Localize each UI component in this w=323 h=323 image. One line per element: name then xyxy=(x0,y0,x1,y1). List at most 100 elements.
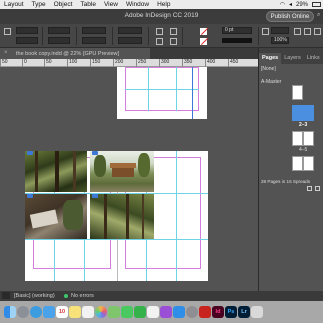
photo-house[interactable] xyxy=(90,151,154,192)
mail-icon[interactable] xyxy=(43,306,55,318)
ruler-tick: 150 xyxy=(92,59,101,65)
safari-icon[interactable] xyxy=(30,306,42,318)
page-thumb-1[interactable] xyxy=(292,85,303,100)
pages-panel: Pages Layers Links [None] A-Master 2–3 4… xyxy=(258,48,323,291)
lightroom-icon[interactable]: Lr xyxy=(238,306,250,318)
notes-icon[interactable] xyxy=(69,306,81,318)
select-content-icon[interactable] xyxy=(170,38,177,45)
volume-icon[interactable]: ◂ xyxy=(289,1,292,8)
preflight-status-icon xyxy=(64,294,68,298)
effects-icon[interactable] xyxy=(262,28,269,35)
frame-link-badge[interactable] xyxy=(92,151,98,155)
stroke-swatch-icon[interactable] xyxy=(200,37,209,46)
photoshop-icon[interactable]: Ps xyxy=(225,306,237,318)
battery-icon[interactable] xyxy=(312,2,321,7)
width-field[interactable] xyxy=(48,27,70,34)
fill-swatch-icon[interactable] xyxy=(200,27,209,36)
menu-type[interactable]: Type xyxy=(28,1,50,8)
page-nav-field[interactable] xyxy=(2,292,10,299)
scale-y-field[interactable] xyxy=(82,37,106,44)
zoom-field[interactable]: 100% xyxy=(271,37,289,44)
tab-layers[interactable]: Layers xyxy=(281,53,304,64)
facetime-icon[interactable] xyxy=(134,306,146,318)
preflight-status[interactable]: No errors xyxy=(71,293,94,299)
page-thumb-2[interactable] xyxy=(292,105,303,121)
horizontal-ruler[interactable]: 50 0 50 100 150 200 250 300 350 400 450 xyxy=(0,59,258,67)
tab-links[interactable]: Links xyxy=(304,53,323,64)
battery-percent[interactable]: 29% xyxy=(296,2,308,8)
new-page-icon[interactable] xyxy=(307,186,312,191)
photo-forest-1[interactable] xyxy=(25,151,87,192)
ruler-tick: 100 xyxy=(69,59,78,65)
system-preferences-icon[interactable] xyxy=(186,306,198,318)
menu-table[interactable]: Table xyxy=(76,1,100,8)
shear-field[interactable] xyxy=(118,37,142,44)
reminders-icon[interactable] xyxy=(82,306,94,318)
photo-forest-2[interactable] xyxy=(90,194,154,239)
menu-object[interactable]: Object xyxy=(50,1,77,8)
indesign-icon[interactable]: Id xyxy=(212,306,224,318)
maps-icon[interactable] xyxy=(108,306,120,318)
stroke-weight-value: 0 pt xyxy=(225,27,234,33)
calendar-icon[interactable]: 10 xyxy=(56,306,68,318)
pasteboard[interactable] xyxy=(0,67,258,291)
spread-label-4-5: 4–5 xyxy=(299,147,308,153)
launchpad-icon[interactable] xyxy=(17,306,29,318)
podcasts-icon[interactable] xyxy=(160,306,172,318)
rotate-field[interactable] xyxy=(118,27,142,34)
ruler-tick: 300 xyxy=(161,59,170,65)
page-thumb-3[interactable] xyxy=(303,105,314,121)
page-thumb-6[interactable] xyxy=(292,156,303,171)
photo-stone-ledge[interactable] xyxy=(25,194,87,239)
delete-page-icon[interactable] xyxy=(315,186,320,191)
close-tab-icon[interactable]: × xyxy=(4,50,8,56)
dock: 10 Id Ps Lr xyxy=(0,301,323,323)
finder-icon[interactable] xyxy=(4,306,16,318)
reference-point-icon[interactable] xyxy=(4,28,11,35)
page-thumb-4[interactable] xyxy=(292,131,303,146)
menu-view[interactable]: View xyxy=(100,1,122,8)
menu-help[interactable]: Help xyxy=(153,1,174,8)
ruler-tick: 350 xyxy=(184,59,193,65)
wifi-icon[interactable]: ◠ xyxy=(280,1,285,8)
trash-icon[interactable] xyxy=(251,306,263,318)
y-field[interactable] xyxy=(16,37,38,44)
none-master-label[interactable]: [None] xyxy=(261,66,276,72)
menu-window[interactable]: Window xyxy=(122,1,153,8)
a-master-label[interactable]: A-Master xyxy=(261,79,281,85)
frame-link-badge[interactable] xyxy=(27,151,33,155)
app-store-icon[interactable] xyxy=(173,306,185,318)
acrobat-icon[interactable] xyxy=(199,306,211,318)
publish-online-button[interactable]: Publish Online xyxy=(266,11,314,22)
flip-vertical-icon[interactable] xyxy=(156,38,163,45)
pages-summary: 28 Pages in 15 Spreads xyxy=(261,179,311,184)
publish-online-label: Publish Online xyxy=(270,13,310,20)
app-title-bar: Adobe InDesign CC 2019 Publish Online ⌕ xyxy=(0,9,323,24)
ruler-tick: 400 xyxy=(207,59,216,65)
opacity-field[interactable] xyxy=(271,27,289,34)
search-icon[interactable]: ⌕ xyxy=(317,12,320,19)
x-field[interactable] xyxy=(16,27,38,34)
frame-link-badge[interactable] xyxy=(92,194,98,198)
height-field[interactable] xyxy=(48,37,70,44)
text-wrap-icon[interactable] xyxy=(304,28,311,35)
menu-layout[interactable]: Layout xyxy=(0,1,28,8)
stroke-weight-field[interactable]: 0 pt xyxy=(222,27,252,34)
stroke-type-dropdown[interactable] xyxy=(222,38,252,43)
status-style[interactable]: [Basic] (working) xyxy=(14,293,55,299)
zoom-value: 100% xyxy=(274,37,287,43)
tab-pages[interactable]: Pages xyxy=(259,53,282,64)
document-tab-label: the book copy.indd @ 22% [GPU Preview] xyxy=(16,50,120,57)
frame-link-badge[interactable] xyxy=(27,194,33,198)
flip-horizontal-icon[interactable] xyxy=(156,28,163,35)
photos-icon[interactable] xyxy=(95,306,107,318)
document-tab[interactable]: × the book copy.indd @ 22% [GPU Preview] xyxy=(0,48,150,59)
page-thumb-7[interactable] xyxy=(303,156,314,171)
frame-fitting-icon[interactable] xyxy=(294,28,301,35)
scale-x-field[interactable] xyxy=(82,27,106,34)
select-container-icon[interactable] xyxy=(170,28,177,35)
page-thumb-5[interactable] xyxy=(303,131,314,146)
music-icon[interactable] xyxy=(147,306,159,318)
messages-icon[interactable] xyxy=(121,306,133,318)
align-icon[interactable] xyxy=(314,28,321,35)
